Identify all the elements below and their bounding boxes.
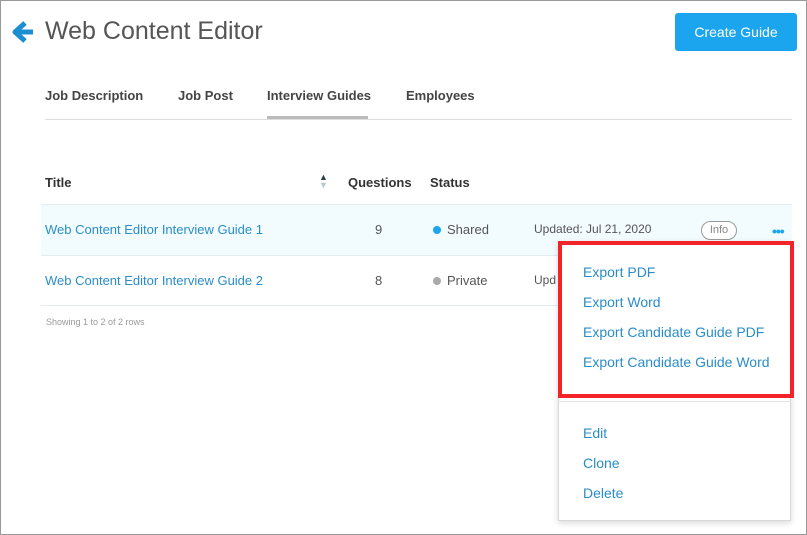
updated-date: Updated: Jul 21, 2020	[534, 222, 652, 236]
tab-job-post[interactable]: Job Post	[178, 88, 233, 103]
sort-icon[interactable]: ▲ ▼	[319, 173, 328, 190]
menu-item-edit[interactable]: Edit	[583, 425, 607, 441]
create-guide-button[interactable]: Create Guide	[675, 13, 797, 51]
menu-item-export-word[interactable]: Export Word	[583, 294, 661, 310]
status-dot-icon	[433, 277, 441, 285]
updated-date: Upd	[534, 273, 557, 287]
menu-item-export-pdf[interactable]: Export PDF	[583, 264, 655, 280]
pagination-info: Showing 1 to 2 of 2 rows	[46, 317, 145, 327]
questions-count: 9	[375, 222, 383, 237]
menu-item-delete[interactable]: Delete	[583, 485, 623, 501]
guide-title-link[interactable]: Web Content Editor Interview Guide 2	[45, 273, 263, 288]
tab-divider	[45, 119, 792, 120]
menu-item-clone[interactable]: Clone	[583, 455, 620, 471]
active-tab-indicator	[267, 116, 368, 119]
menu-divider	[558, 401, 791, 402]
tab-interview-guides[interactable]: Interview Guides	[267, 88, 371, 103]
tab-job-description[interactable]: Job Description	[45, 88, 143, 103]
column-header-questions[interactable]: Questions	[348, 175, 412, 190]
more-options-icon[interactable]: •••	[772, 223, 785, 239]
arrow-left-icon[interactable]	[11, 20, 35, 44]
column-header-status[interactable]: Status	[430, 175, 470, 190]
status-badge: Shared	[433, 222, 489, 237]
info-button[interactable]: Info	[701, 221, 737, 240]
page-title: Web Content Editor	[45, 17, 263, 45]
menu-item-export-candidate-pdf[interactable]: Export Candidate Guide PDF	[583, 324, 764, 340]
status-badge: Private	[433, 273, 487, 288]
questions-count: 8	[375, 273, 383, 288]
menu-item-export-candidate-word[interactable]: Export Candidate Guide Word	[583, 354, 770, 370]
tab-employees[interactable]: Employees	[406, 88, 475, 103]
guide-title-link[interactable]: Web Content Editor Interview Guide 1	[45, 222, 263, 237]
status-dot-icon	[433, 226, 441, 234]
column-header-title[interactable]: Title	[45, 175, 72, 190]
